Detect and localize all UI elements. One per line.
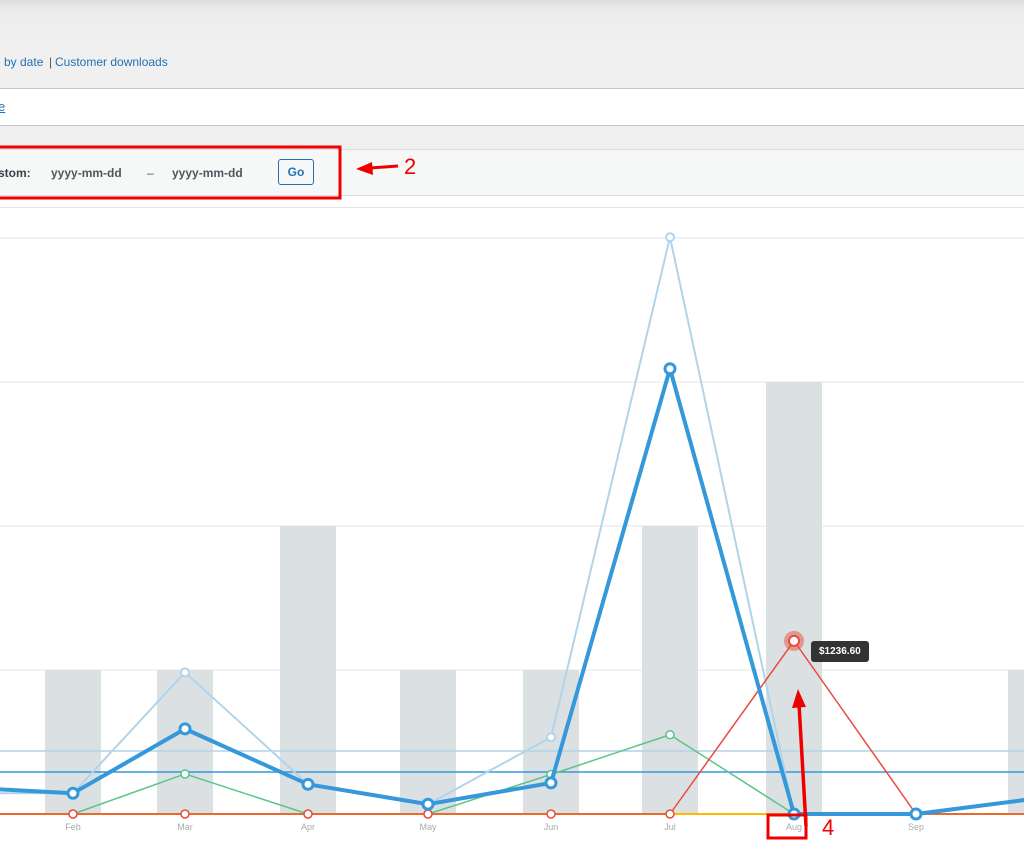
net-sales-point [665,232,675,243]
report-subnav: by date | Customer downloads [0,44,1024,89]
net-sales-point [180,667,190,678]
divider-strip [0,126,1024,150]
sales-chart: Feb Mar Apr May Jun Jul Aug Sep [0,232,1024,832]
refunds-point [423,809,433,819]
end-date-field[interactable]: yyyy-mm-dd [172,166,243,180]
refunds-point [665,809,675,819]
x-tick-label: Aug [786,822,802,832]
admin-top-bar [0,0,1024,45]
go-button[interactable]: Go [278,159,314,185]
x-tick-label: Apr [301,822,315,832]
x-tick-label: Jun [544,822,559,832]
gross-sales-point [66,786,80,800]
refunds-point [546,809,556,819]
sales-by-date-link[interactable]: by date [4,55,43,69]
range-link-row: e [0,89,1024,126]
annotation-label-4: 4 [822,815,835,840]
gross-sales-point [421,797,435,811]
custom-range-label: stom: [0,166,31,180]
orders-bar [642,526,698,814]
coupons-point [665,730,675,740]
x-tick-label: Mar [177,822,193,832]
subnav-separator: | [49,55,53,69]
gross-sales-point [544,776,558,790]
custom-date-range-bar: stom: yyyy-mm-dd – yyyy-mm-dd [0,150,1024,196]
gross-sales-point [663,362,677,376]
customer-downloads-link[interactable]: Customer downloads [55,55,168,69]
gross-sales-point [178,722,192,736]
gross-sales-point [301,777,315,791]
x-tick-label: May [419,822,437,832]
x-tick-label: Feb [65,822,81,832]
gross-sales-point [909,807,923,821]
refunds-point [68,809,78,819]
refunds-point-hover [788,634,800,647]
gross-sales-line [0,366,1024,816]
start-date-field[interactable]: yyyy-mm-dd [51,166,122,180]
coupons-point [180,769,190,779]
date-range-dash: – [147,166,154,180]
sales-chart-area: Feb Mar Apr May Jun Jul Aug Sep [0,207,1024,845]
x-tick-label: Sep [908,822,924,832]
annotation-label-2: 2 [404,154,417,179]
net-sales-point [546,732,556,743]
refunds-point [180,809,190,819]
range-link[interactable]: e [0,99,5,114]
orders-bar [280,526,336,814]
chart-tooltip: $1236.60 [811,641,869,662]
gross-sales-point [787,807,801,821]
refunds-point [303,809,313,819]
x-tick-label: Jul [664,822,676,832]
orders-bar [1008,670,1024,814]
